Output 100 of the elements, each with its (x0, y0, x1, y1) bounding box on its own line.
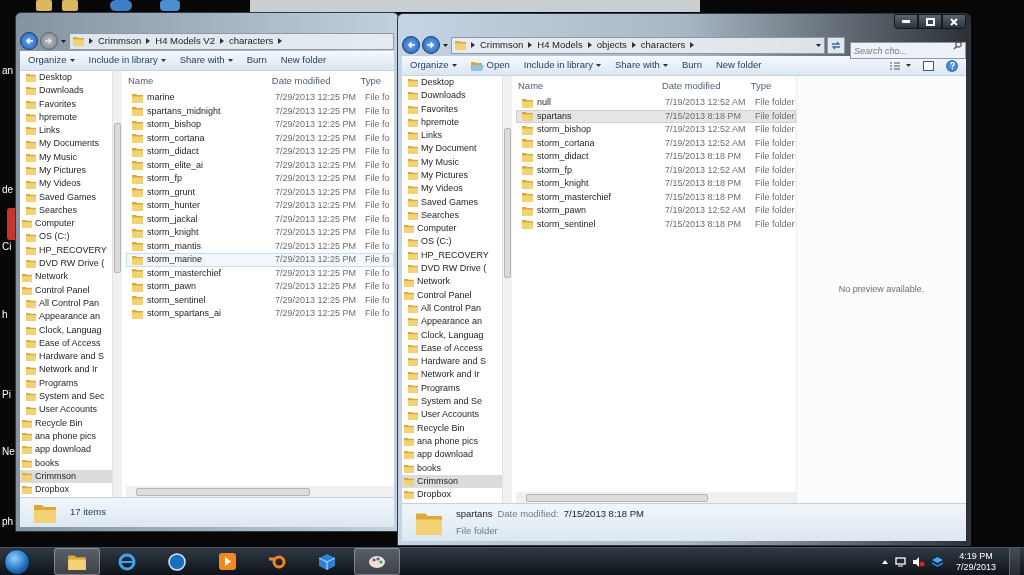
nav-item[interactable]: Recycle Bin (20, 416, 112, 430)
monitor-icon[interactable] (894, 556, 906, 567)
nav-item[interactable]: My Videos (20, 177, 112, 191)
column-header[interactable]: Name (126, 73, 270, 89)
nav-item[interactable]: My Music (402, 155, 502, 170)
nav-item[interactable]: Recycle Bin (402, 421, 502, 435)
nav-item[interactable]: Downloads (20, 84, 112, 98)
nav-item[interactable]: Dropbox (402, 488, 502, 502)
nav-item[interactable]: ana phone pics (402, 435, 502, 449)
horizontal-scrollbar[interactable] (126, 486, 394, 497)
file-row[interactable]: storm_fp 7/29/2013 12:25 PM File fo (126, 172, 394, 186)
nav-item[interactable]: Programs (20, 376, 112, 391)
horizontal-scrollbar[interactable] (516, 492, 796, 503)
clock-button[interactable]: 4:19 PM 7/29/2013 (949, 550, 1002, 573)
taskbar-button[interactable] (54, 548, 100, 575)
toolbar-button[interactable]: Share with (179, 53, 233, 68)
file-row[interactable]: storm_knight 7/29/2013 12:25 PM File fo (126, 226, 394, 240)
nav-item[interactable]: My Music (20, 150, 112, 165)
file-row[interactable]: storm_sentinel 7/29/2013 12:25 PM File fo (126, 293, 394, 307)
nav-item[interactable]: app download (402, 448, 502, 462)
nav-item[interactable]: HP_RECOVERY (402, 248, 502, 263)
nav-item[interactable]: Network and Ir (20, 363, 112, 377)
nav-item[interactable]: Programs (402, 381, 502, 396)
nav-item[interactable]: Computer (20, 217, 112, 231)
toolbar-button[interactable]: Include in library (523, 58, 601, 73)
nav-item[interactable]: Clock, Languag (20, 323, 112, 337)
address-bar[interactable]: Crimmson H4 Models V2 characters (69, 32, 394, 50)
file-row[interactable]: storm_sentinel 7/15/2013 8:18 PM File folder (516, 217, 796, 231)
show-desktop-button[interactable] (1009, 548, 1020, 575)
nav-item[interactable]: DVD RW Drive ( (20, 257, 112, 271)
chevron-icon[interactable] (146, 38, 151, 44)
address-bar[interactable]: Crimmson H4 Models objects characters (451, 36, 825, 54)
nav-item[interactable]: Links (20, 124, 112, 138)
desktop-icon[interactable] (110, 0, 132, 11)
file-row[interactable]: storm_mantis 7/29/2013 12:25 PM File fo (126, 239, 394, 253)
nav-item[interactable]: Network (402, 275, 502, 289)
file-row[interactable]: storm_grunt 7/29/2013 12:25 PM File fo (126, 185, 394, 199)
nav-item[interactable]: Saved Games (402, 195, 502, 209)
nav-item[interactable]: Desktop (20, 71, 112, 85)
file-row[interactable]: null 7/19/2013 12:52 AM File folder (516, 96, 796, 110)
nav-item[interactable]: Links (402, 129, 502, 143)
chevron-icon[interactable] (278, 38, 283, 44)
file-row[interactable]: storm_masterchief 7/15/2013 8:18 PM File folder (516, 190, 796, 204)
nav-item[interactable]: Desktop (402, 76, 502, 90)
taskbar-button[interactable] (354, 548, 400, 575)
column-header[interactable]: Type (748, 78, 796, 94)
nav-item[interactable]: books (20, 456, 112, 470)
chevron-icon[interactable] (690, 42, 695, 48)
chevron-icon[interactable] (528, 42, 533, 48)
file-row[interactable]: spartans_midnight 7/29/2013 12:25 PM File fo (126, 104, 394, 118)
minimize-button[interactable] (894, 14, 918, 29)
preview-pane-button[interactable] (923, 60, 934, 71)
scrollbar[interactable] (502, 76, 512, 503)
search-field[interactable]: Search cho... (850, 42, 966, 59)
nav-item[interactable]: Control Panel (402, 288, 502, 303)
nav-item[interactable]: User Accounts (402, 408, 502, 422)
file-row[interactable]: storm_hunter 7/29/2013 12:25 PM File fo (126, 199, 394, 213)
toolbar-button[interactable]: New folder (715, 58, 762, 73)
file-row[interactable]: storm_pawn 7/19/2013 12:52 AM File folder (516, 204, 796, 218)
breadcrumb-item[interactable]: H4 Models (537, 37, 583, 53)
nav-item[interactable]: Control Panel (20, 283, 112, 298)
breadcrumb-item[interactable]: objects (596, 37, 627, 53)
nav-item[interactable]: My Document (402, 142, 502, 156)
breadcrumb-item[interactable]: H4 Models V2 (155, 33, 215, 49)
file-row[interactable]: storm_fp 7/19/2013 12:52 AM File folder (516, 163, 796, 177)
file-row[interactable]: storm_didact 7/29/2013 12:25 PM File fo (126, 145, 394, 159)
nav-item[interactable]: Favorites (20, 97, 112, 111)
file-row[interactable]: storm_bishop 7/29/2013 12:25 PM File fo (126, 118, 394, 132)
nav-item[interactable]: Computer (402, 222, 502, 236)
file-row[interactable]: storm_knight 7/15/2013 8:18 PM File folder (516, 177, 796, 191)
nav-item[interactable]: My Videos (402, 182, 502, 196)
nav-item[interactable]: System and Sec (20, 390, 112, 404)
file-row[interactable]: spartans 7/15/2013 8:18 PM File folder (516, 109, 796, 123)
file-row[interactable]: storm_spartans_ai 7/29/2013 12:25 PM File fo (126, 307, 394, 321)
file-row[interactable]: storm_cortana 7/19/2013 12:52 AM File folder (516, 136, 796, 150)
desktop-icon[interactable] (160, 0, 180, 11)
nav-item[interactable]: books (402, 461, 502, 475)
nav-item[interactable]: All Control Pan (402, 302, 502, 316)
nav-item[interactable]: Hardware and S (20, 350, 112, 364)
nav-item[interactable]: My Pictures (402, 169, 502, 183)
nav-item[interactable]: Favorites (402, 102, 502, 116)
chevron-icon[interactable] (89, 38, 93, 44)
refresh-button[interactable] (827, 36, 845, 54)
scroll-thumb[interactable] (526, 493, 708, 502)
nav-item[interactable]: DVD RW Drive ( (402, 262, 502, 276)
scrollbar[interactable] (112, 71, 122, 497)
nav-item[interactable]: Appearance an (402, 315, 502, 329)
breadcrumb-item[interactable]: Crimmson (480, 37, 524, 53)
speaker-icon[interactable] (912, 556, 925, 567)
nav-item[interactable]: Ease of Access (402, 341, 502, 356)
nav-item[interactable]: User Accounts (20, 403, 112, 417)
file-row[interactable]: storm_jackal 7/29/2013 12:25 PM File fo (126, 212, 394, 226)
toolbar-button[interactable]: Open (470, 58, 510, 73)
nav-item[interactable]: My Documents (20, 137, 112, 151)
maximize-button[interactable] (918, 14, 942, 29)
scroll-thumb[interactable] (504, 128, 511, 278)
file-row[interactable]: storm_masterchief 7/29/2013 12:25 PM File fo (126, 266, 394, 280)
column-header[interactable]: Date modified (269, 73, 359, 89)
nav-item[interactable]: Network and Ir (402, 368, 502, 382)
views-button[interactable] (890, 61, 911, 70)
